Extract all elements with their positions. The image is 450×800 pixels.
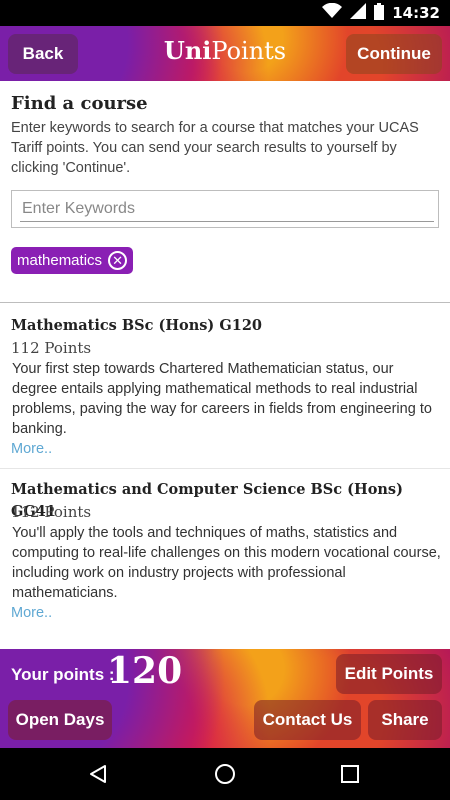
keyword-tag-label: mathematics: [17, 252, 103, 269]
wifi-icon: [322, 2, 343, 23]
search-underline: [20, 221, 434, 222]
logo-regular-text: Points: [211, 37, 287, 65]
result-title: Mathematics and Computer Science BSc (Ho…: [11, 481, 403, 520]
navigation-bar: [0, 748, 450, 800]
result-item[interactable]: Mathematics and Computer Science BSc (Ho…: [0, 479, 450, 623]
status-bar: 14:32: [0, 0, 450, 26]
search-description: Enter keywords to search for a course th…: [11, 120, 419, 176]
points-label: Your points :: [11, 665, 115, 684]
result-item[interactable]: Mathematics BSc (Hons) G120 112 Points Y…: [0, 315, 450, 459]
divider: [0, 302, 450, 303]
more-link[interactable]: More..: [11, 439, 450, 459]
app-header: UniPoints Back Continue: [0, 26, 450, 81]
main-content: Find a course Enter keywords to search f…: [0, 81, 450, 649]
result-points: 112 Points: [11, 503, 92, 521]
logo-bold-text: Uni: [163, 36, 212, 65]
more-link[interactable]: More..: [11, 603, 450, 623]
keyword-tag: mathematics ✕: [11, 247, 134, 274]
result-points: 112 Points: [11, 339, 92, 357]
bottom-bar: Your points : 120 Edit Points Open Days …: [0, 649, 450, 748]
status-time: 14:32: [392, 4, 440, 22]
page-title: Find a course: [11, 93, 148, 114]
result-description: Your first step towards Chartered Mathem…: [12, 361, 432, 437]
remove-tag-icon[interactable]: ✕: [108, 251, 128, 270]
edit-points-button[interactable]: Edit Points: [336, 654, 442, 694]
battery-icon: [374, 2, 385, 24]
search-field: [11, 190, 439, 228]
back-triangle-icon[interactable]: [78, 758, 118, 790]
back-button[interactable]: Back: [8, 34, 78, 74]
result-separator: [0, 468, 450, 469]
status-icons: 14:32: [322, 0, 440, 26]
open-days-button[interactable]: Open Days: [8, 700, 112, 740]
continue-button[interactable]: Continue: [346, 34, 442, 74]
points-value: 120: [107, 650, 183, 692]
signal-icon: [350, 3, 367, 23]
home-circle-icon[interactable]: [205, 758, 245, 790]
result-title: Mathematics BSc (Hons) G120: [11, 317, 262, 334]
share-button[interactable]: Share: [368, 700, 442, 740]
result-description: You'll apply the tools and techniques of…: [12, 525, 441, 601]
recents-square-icon[interactable]: [330, 758, 370, 790]
contact-us-button[interactable]: Contact Us: [254, 700, 361, 740]
